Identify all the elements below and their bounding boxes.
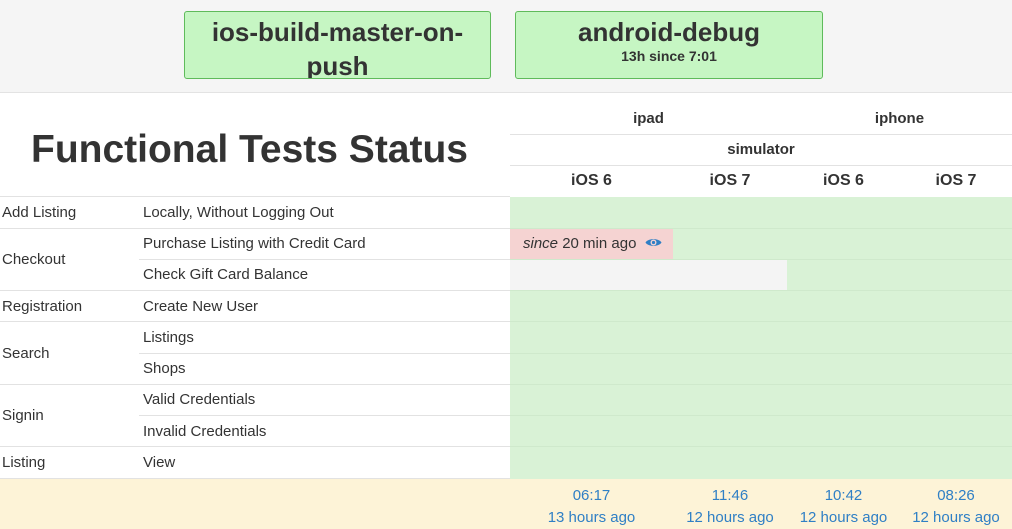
last-run-time: 08:26 <box>937 487 975 504</box>
last-run-ago: 13 hours ago <box>547 509 636 526</box>
failure-duration: 20 min ago <box>562 235 637 252</box>
category-registration: Registration <box>2 298 83 315</box>
row-divider <box>0 384 510 385</box>
last-run-iphone-ios7[interactable]: 08:26 12 hours ago <box>900 485 1012 529</box>
status-row-divider <box>510 446 1012 447</box>
last-run-iphone-ios6[interactable]: 10:42 12 hours ago <box>787 485 900 529</box>
status-row-divider <box>510 384 1012 385</box>
category-checkout: Checkout <box>2 251 66 268</box>
page-title: Functional Tests Status <box>31 128 468 171</box>
row-divider <box>0 321 510 322</box>
build-card-android[interactable]: android-debug 13h since 7:01 <box>515 11 823 79</box>
test-name: View <box>143 454 176 471</box>
header-platform: simulator <box>727 141 795 158</box>
header-os-iphone-ios6: iOS 6 <box>823 172 864 189</box>
last-run-ago: 12 hours ago <box>799 509 888 526</box>
header-os-ipad-ios6: iOS 6 <box>571 172 612 189</box>
build-name: ios-build-master-on-push <box>211 17 464 79</box>
last-run-time: 10:42 <box>824 487 863 504</box>
status-row-divider <box>510 290 1012 291</box>
header-divider <box>510 165 1012 166</box>
header-divider <box>510 134 1012 135</box>
last-run-ago: 12 hours ago <box>686 509 774 526</box>
build-card-ios[interactable]: ios-build-master-on-push <box>184 11 491 79</box>
status-row-divider <box>510 321 1012 322</box>
header-os-ipad-ios7: iOS 7 <box>709 172 751 189</box>
test-name: Shops <box>143 360 186 377</box>
last-run-ago: 12 hours ago <box>912 509 1000 526</box>
test-name: Purchase Listing with Credit Card <box>143 235 366 252</box>
test-name: Listings <box>143 329 194 346</box>
test-name: Valid Credentials <box>143 391 256 408</box>
row-divider <box>0 228 510 229</box>
row-divider <box>139 415 510 416</box>
row-divider <box>0 196 510 197</box>
row-divider <box>0 290 510 291</box>
status-row-divider <box>510 415 1012 416</box>
status-cell-failed[interactable]: since 20 min ago <box>510 229 673 259</box>
row-divider <box>139 259 510 260</box>
status-cell-missing <box>510 260 787 290</box>
last-run-time: 06:17 <box>572 487 611 504</box>
test-name: Invalid Credentials <box>143 423 267 440</box>
row-divider <box>139 353 510 354</box>
header-device-ipad: ipad <box>633 110 664 127</box>
header-device-iphone: iphone <box>874 110 925 127</box>
category-signin: Signin <box>2 407 44 424</box>
last-run-ipad-ios7[interactable]: 11:46 12 hours ago <box>673 485 787 529</box>
eye-icon[interactable] <box>645 229 662 259</box>
category-add-listing: Add Listing <box>2 204 77 221</box>
build-status-banner: ios-build-master-on-push android-debug 1… <box>0 0 1012 93</box>
category-listing: Listing <box>2 454 46 471</box>
build-name: android-debug <box>578 17 760 47</box>
last-run-ipad-ios6[interactable]: 06:17 13 hours ago <box>510 485 673 529</box>
test-name: Check Gift Card Balance <box>143 266 309 283</box>
status-row-divider <box>510 353 1012 354</box>
status-row-divider <box>510 228 1012 229</box>
row-divider <box>0 446 510 447</box>
since-label: since <box>523 235 559 252</box>
header-os-iphone-ios7: iOS 7 <box>935 172 977 189</box>
category-search: Search <box>2 345 50 362</box>
test-name: Create New User <box>143 298 259 315</box>
test-name: Locally, Without Logging Out <box>143 204 334 221</box>
build-time: 13h since 7:01 <box>621 48 717 64</box>
status-row-divider <box>510 259 1012 260</box>
last-run-time: 11:46 <box>711 487 749 504</box>
